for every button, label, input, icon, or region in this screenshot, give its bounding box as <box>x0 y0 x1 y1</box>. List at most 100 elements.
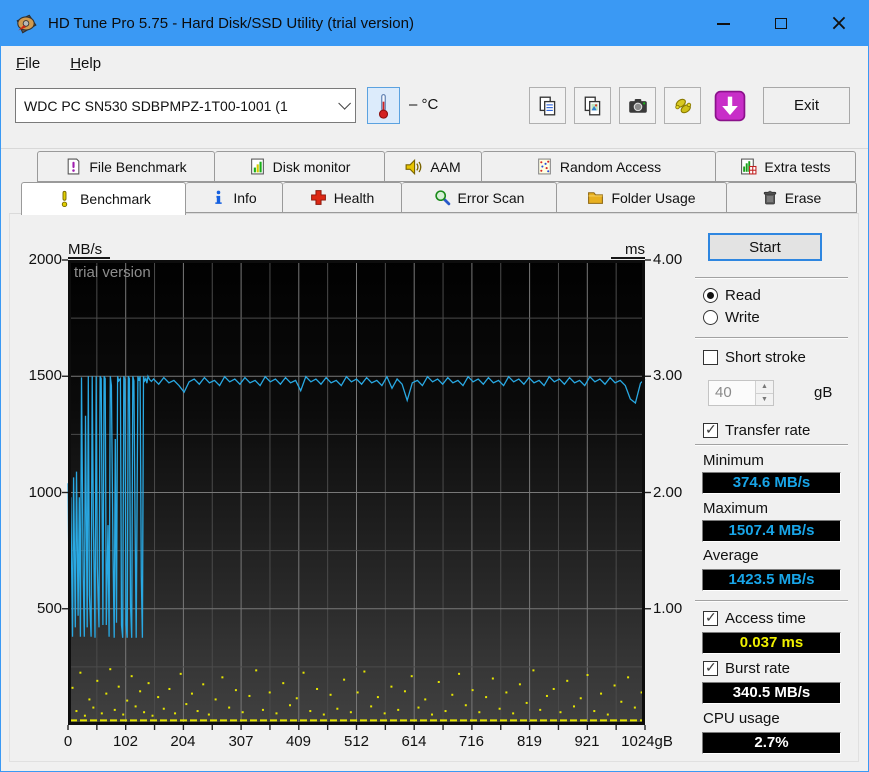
read-radio[interactable]: Read <box>703 287 761 304</box>
copy-text-button[interactable] <box>529 87 566 124</box>
short-stroke-checkbox[interactable]: Short stroke <box>703 349 806 366</box>
spinner-down-icon[interactable]: ▼ <box>756 393 773 405</box>
x-tick-label: 204 <box>170 733 196 750</box>
magnifier-icon <box>434 190 450 206</box>
hands-icon <box>674 98 691 113</box>
burst-rate-checkbox-box <box>703 659 718 676</box>
thermometer-icon <box>378 93 389 119</box>
minimum-value: 374.6 MB/s <box>702 472 841 494</box>
menu-file[interactable]: File <box>16 55 40 72</box>
screenshot-camera-icon <box>628 98 647 113</box>
x-tick-label: 921 <box>574 733 600 750</box>
tab-erase[interactable]: Erase <box>727 182 857 213</box>
x-tick-label: 819 <box>516 733 542 750</box>
y-right-tick-label: 1.00 <box>653 599 683 617</box>
write-radio[interactable]: Write <box>703 309 760 326</box>
x-tick-label: 1024gB <box>621 733 673 750</box>
minimum-label: Minimum <box>703 452 764 469</box>
start-button[interactable]: Start <box>708 233 822 261</box>
y-left-tick-label: 2000 <box>28 251 62 268</box>
health-cross-icon <box>310 190 326 205</box>
benchmark-exclamation-icon <box>61 190 68 208</box>
cpu-usage-value: 2.7% <box>702 732 841 754</box>
tab-row-primary: Benchmark Info Health Error Scan Folder … <box>21 182 857 215</box>
menu-bar: File Help <box>1 46 868 81</box>
temperature-button[interactable] <box>367 87 400 124</box>
tab-error-scan[interactable]: Error Scan <box>402 182 557 213</box>
y-right-tick-label: 3.00 <box>653 367 683 385</box>
write-radio-circle <box>703 310 718 325</box>
hands-button[interactable] <box>664 87 701 124</box>
separator <box>695 337 848 339</box>
maximize-button[interactable] <box>752 1 810 46</box>
x-tick-label: 307 <box>228 733 254 750</box>
y-right-tick-label: 2.00 <box>653 483 683 501</box>
exit-button[interactable]: Exit <box>763 87 850 124</box>
tab-folder-usage[interactable]: Folder Usage <box>557 182 727 213</box>
speaker-icon <box>405 158 422 175</box>
spinner-up-icon[interactable]: ▲ <box>756 381 773 394</box>
short-stroke-size-value: 40 <box>715 384 732 401</box>
average-value: 1423.5 MB/s <box>702 569 841 591</box>
separator <box>695 277 848 279</box>
tab-extra-tests[interactable]: Extra tests <box>716 151 856 182</box>
copy-image-icon <box>584 96 600 115</box>
maximize-icon <box>775 18 787 29</box>
temperature-value: – °C <box>409 96 439 113</box>
disk-monitor-icon <box>250 158 264 175</box>
window-title: HD Tune Pro 5.75 - Hard Disk/SSD Utility… <box>48 15 414 32</box>
benchmark-control-panel: Start Read Write Short stroke 40 ▲ ▼ gB … <box>695 232 856 757</box>
transfer-rate-checkbox-box <box>703 421 718 438</box>
y-left-axis-unit: MB/s <box>68 241 110 259</box>
short-stroke-unit: gB <box>814 384 833 401</box>
tab-info[interactable]: Info <box>186 182 283 213</box>
benchmark-chart <box>62 259 651 730</box>
short-stroke-size-spinner[interactable]: 40 ▲ ▼ <box>708 380 774 406</box>
read-radio-circle <box>703 288 718 303</box>
access-time-checkbox-box <box>703 609 718 626</box>
maximum-value: 1507.4 MB/s <box>702 520 841 542</box>
close-button[interactable]: × <box>810 1 868 46</box>
minimize-icon <box>716 22 730 25</box>
tab-disk-monitor[interactable]: Disk monitor <box>215 151 385 182</box>
folder-icon <box>588 192 604 204</box>
transfer-rate-checkbox[interactable]: Transfer rate <box>703 421 810 439</box>
access-time-value: 0.037 ms <box>702 632 841 654</box>
menu-help[interactable]: Help <box>70 55 101 72</box>
tab-health[interactable]: Health <box>283 182 402 213</box>
app-window: HD Tune Pro 5.75 - Hard Disk/SSD Utility… <box>0 0 869 772</box>
x-tick-label: 102 <box>112 733 138 750</box>
cpu-usage-label: CPU usage <box>703 710 780 727</box>
access-time-checkbox[interactable]: Access time <box>703 609 806 627</box>
x-tick-label: 716 <box>458 733 484 750</box>
file-benchmark-icon <box>68 158 80 175</box>
title-bar: HD Tune Pro 5.75 - Hard Disk/SSD Utility… <box>1 1 868 46</box>
tab-benchmark[interactable]: Benchmark <box>21 182 186 215</box>
minimize-button[interactable] <box>694 1 752 46</box>
burst-rate-checkbox[interactable]: Burst rate <box>703 659 790 677</box>
y-left-tick-label: 500 <box>36 599 62 617</box>
separator <box>695 600 848 602</box>
tab-file-benchmark[interactable]: File Benchmark <box>37 151 215 182</box>
short-stroke-checkbox-box <box>703 350 718 365</box>
x-tick-label: 0 <box>63 733 73 750</box>
drive-select[interactable]: WDC PC SN530 SDBPMPZ-1T00-1001 (1 <box>15 88 356 123</box>
download-button[interactable] <box>711 87 748 124</box>
copy-image-button[interactable] <box>574 87 611 124</box>
chevron-down-icon <box>338 97 351 110</box>
trial-watermark: trial version <box>74 264 151 281</box>
random-access-icon <box>538 158 551 175</box>
burst-rate-value: 340.5 MB/s <box>702 682 841 704</box>
toolbar: WDC PC SN530 SDBPMPZ-1T00-1001 (1 – °C E… <box>1 81 868 149</box>
screenshot-button[interactable] <box>619 87 656 124</box>
extra-tests-icon <box>741 158 757 175</box>
spinner-arrows[interactable]: ▲ ▼ <box>755 381 773 405</box>
tab-row-secondary: File Benchmark Disk monitor AAM Random A… <box>37 151 856 182</box>
average-label: Average <box>703 547 759 564</box>
close-icon: × <box>829 10 849 36</box>
x-tick-label: 614 <box>401 733 427 750</box>
tab-random-access[interactable]: Random Access <box>482 151 716 182</box>
trash-icon <box>763 190 776 205</box>
info-icon <box>215 190 222 204</box>
tab-aam[interactable]: AAM <box>385 151 482 182</box>
